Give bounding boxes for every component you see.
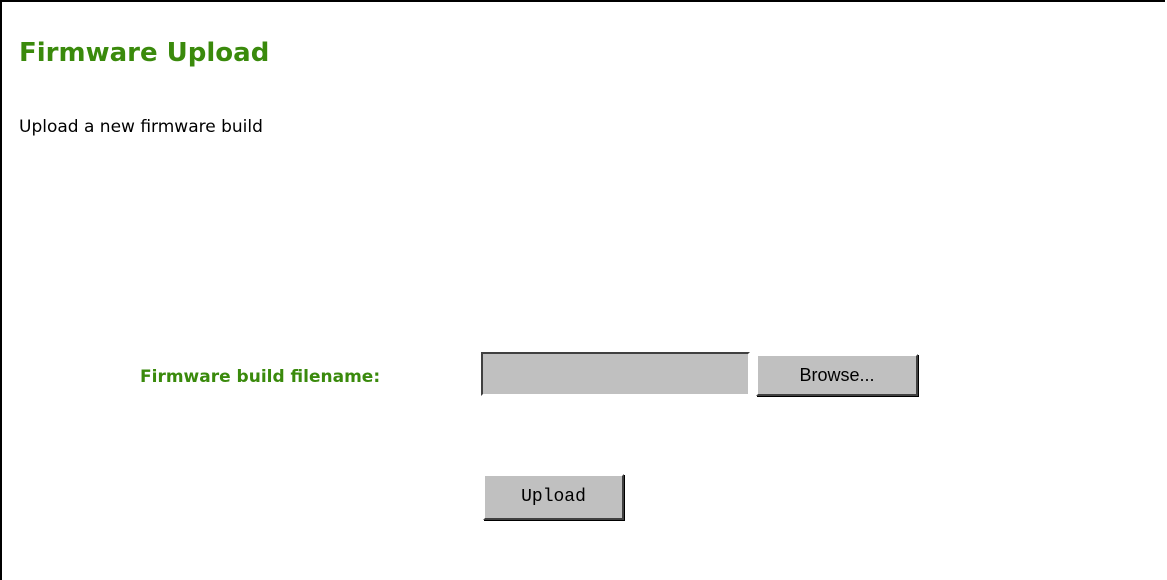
page-subtitle: Upload a new firmware build [19, 117, 263, 137]
upload-button[interactable]: Upload [483, 474, 624, 520]
page-title: Firmware Upload [19, 38, 270, 68]
firmware-filename-input[interactable] [481, 352, 750, 396]
browse-button[interactable]: Browse... [756, 354, 918, 396]
firmware-filename-label: Firmware build filename: [140, 367, 381, 387]
page-frame: Firmware Upload Upload a new firmware bu… [0, 0, 1165, 580]
